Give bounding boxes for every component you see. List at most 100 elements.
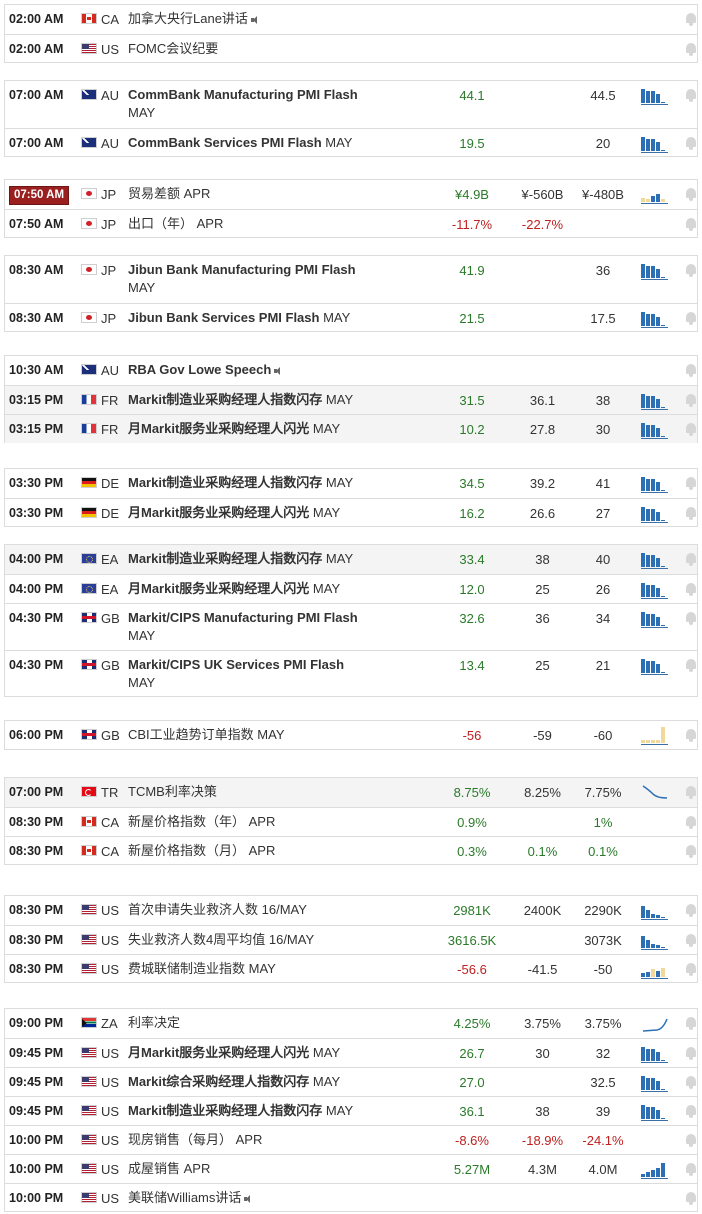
event-name[interactable]: CommBank Services PMI Flash MAY <box>128 134 418 152</box>
event-row[interactable]: 04:00 PM EA 月Markit服务业采购经理人闪光 MAY 12.0 25 26 <box>5 574 697 603</box>
event-name[interactable]: 成屋销售 APR <box>128 1160 418 1178</box>
alert-bell-icon[interactable] <box>685 963 697 976</box>
event-row[interactable]: 07:00 AM AU CommBank Manufacturing PMI Fla… <box>5 81 697 128</box>
event-name[interactable]: 现房销售（每月） APR <box>128 1131 418 1149</box>
alert-bell-icon[interactable] <box>685 218 697 231</box>
alert-bell-icon[interactable] <box>685 729 697 742</box>
alert-bell-icon[interactable] <box>685 423 697 436</box>
alert-bell-icon[interactable] <box>685 816 697 829</box>
history-chart-icon[interactable] <box>641 581 669 599</box>
event-name[interactable]: 月Markit服务业采购经理人闪光 MAY <box>128 504 418 522</box>
event-name[interactable]: Markit制造业采购经理人指数闪存 MAY <box>128 391 418 409</box>
alert-bell-icon[interactable] <box>685 1134 697 1147</box>
event-row[interactable]: 09:00 PM ZA 利率决定 4.25% 3.75% 3.75% <box>5 1009 697 1038</box>
event-name[interactable]: 新屋价格指数（月） APR <box>128 842 418 860</box>
alert-bell-icon[interactable] <box>685 43 697 56</box>
event-row[interactable]: 04:00 PM EA Markit制造业采购经理人指数闪存 MAY 33.4 38 40 <box>5 545 697 574</box>
event-row[interactable]: 09:45 PM US Markit制造业采购经理人指数闪存 MAY 36.1 38 39 <box>5 1096 697 1125</box>
alert-bell-icon[interactable] <box>685 477 697 490</box>
event-row[interactable]: 03:30 PM DE 月Markit服务业采购经理人闪光 MAY 16.2 26.6 2… <box>5 498 697 527</box>
alert-bell-icon[interactable] <box>685 394 697 407</box>
history-chart-icon[interactable] <box>641 392 669 410</box>
event-row[interactable]: 06:00 PM GB CBI工业趋势订单指数 MAY -56 -59 -60 <box>5 721 697 750</box>
event-row[interactable]: 09:45 PM US 月Markit服务业采购经理人闪光 MAY 26.7 30 32 <box>5 1038 697 1067</box>
alert-bell-icon[interactable] <box>685 904 697 917</box>
history-chart-icon[interactable] <box>641 902 669 920</box>
history-chart-icon[interactable] <box>641 727 669 745</box>
event-row[interactable]: 07:00 PM TR TCMB利率决策 8.75% 8.25% 7.75% <box>5 778 697 807</box>
event-row[interactable]: 08:30 PM CA 新屋价格指数（月） APR 0.3% 0.1% 0.1% <box>5 836 697 865</box>
alert-bell-icon[interactable] <box>685 1047 697 1060</box>
event-row[interactable]: 08:30 AM JP Jibun Bank Manufacturing PMI F… <box>5 256 697 303</box>
event-name[interactable]: 月Markit服务业采购经理人闪光 MAY <box>128 580 418 598</box>
alert-bell-icon[interactable] <box>685 312 697 325</box>
event-name[interactable]: 利率决定 <box>128 1014 418 1032</box>
history-chart-icon[interactable] <box>641 932 669 950</box>
event-row[interactable]: 07:50 AM JP 出口（年） APR -11.7% -22.7% <box>5 209 697 238</box>
event-name[interactable]: Markit/CIPS Manufacturing PMI Flash MAY <box>128 609 418 645</box>
event-row[interactable]: 02:00 AM US FOMC会议纪要 <box>5 34 697 63</box>
event-row[interactable]: 10:30 AM AU RBA Gov Lowe Speech <box>5 356 697 385</box>
alert-bell-icon[interactable] <box>685 13 697 26</box>
event-name[interactable]: FOMC会议纪要 <box>128 40 418 58</box>
event-row[interactable]: 08:30 AM JP Jibun Bank Services PMI Flash … <box>5 303 697 332</box>
event-row[interactable]: 03:15 PM FR 月Markit服务业采购经理人闪光 MAY 10.2 27.8 3… <box>5 414 697 443</box>
alert-bell-icon[interactable] <box>685 659 697 672</box>
history-chart-icon[interactable] <box>641 1074 669 1092</box>
alert-bell-icon[interactable] <box>685 188 697 201</box>
event-row[interactable]: 08:30 PM US 失业救济人数4周平均值 16/MAY 3616.5K 3073K <box>5 925 697 954</box>
event-row[interactable]: 08:30 PM US 费城联储制造业指数 MAY -56.6 -41.5 -50 <box>5 954 697 983</box>
event-row[interactable]: 04:30 PM GB Markit/CIPS UK Services PMI Fl… <box>5 650 697 697</box>
event-name[interactable]: 月Markit服务业采购经理人闪光 MAY <box>128 1044 418 1062</box>
event-row[interactable]: 03:30 PM DE Markit制造业采购经理人指数闪存 MAY 34.5 39.2… <box>5 469 697 498</box>
history-chart-icon[interactable] <box>641 135 669 153</box>
event-row[interactable]: 04:30 PM GB Markit/CIPS Manufacturing PMI … <box>5 603 697 650</box>
history-chart-icon[interactable] <box>641 1045 669 1063</box>
history-chart-icon[interactable] <box>641 505 669 523</box>
event-row[interactable]: 10:00 PM US 成屋销售 APR 5.27M 4.3M 4.0M <box>5 1154 697 1183</box>
history-chart-icon[interactable] <box>641 784 669 802</box>
event-row[interactable]: 09:45 PM US Markit综合采购经理人指数闪存 MAY 27.0 32.5 <box>5 1067 697 1096</box>
event-name[interactable]: 月Markit服务业采购经理人闪光 MAY <box>128 420 418 438</box>
history-chart-icon[interactable] <box>641 475 669 493</box>
history-chart-icon[interactable] <box>641 1161 669 1179</box>
alert-bell-icon[interactable] <box>685 612 697 625</box>
event-name[interactable]: 加拿大央行Lane讲话 <box>128 10 418 28</box>
alert-bell-icon[interactable] <box>685 934 697 947</box>
event-name[interactable]: Markit综合采购经理人指数闪存 MAY <box>128 1073 418 1091</box>
alert-bell-icon[interactable] <box>685 364 697 377</box>
alert-bell-icon[interactable] <box>685 1105 697 1118</box>
alert-bell-icon[interactable] <box>685 845 697 858</box>
event-name[interactable]: 出口（年） APR <box>128 215 418 233</box>
event-name[interactable]: 美联储Williams讲话 <box>128 1189 418 1207</box>
alert-bell-icon[interactable] <box>685 553 697 566</box>
alert-bell-icon[interactable] <box>685 583 697 596</box>
event-name[interactable]: Markit制造业采购经理人指数闪存 MAY <box>128 550 418 568</box>
history-chart-icon[interactable] <box>641 1015 669 1033</box>
event-name[interactable]: Markit制造业采购经理人指数闪存 MAY <box>128 474 418 492</box>
event-name[interactable]: Markit制造业采购经理人指数闪存 MAY <box>128 1102 418 1120</box>
event-row[interactable]: 08:30 PM US 首次申请失业救济人数 16/MAY 2981K 2400K 229… <box>5 896 697 925</box>
alert-bell-icon[interactable] <box>685 137 697 150</box>
alert-bell-icon[interactable] <box>685 1163 697 1176</box>
event-name[interactable]: 新屋价格指数（年） APR <box>128 813 418 831</box>
event-row[interactable]: 10:00 PM US 现房销售（每月） APR -8.6% -18.9% -24.1% <box>5 1125 697 1154</box>
event-name[interactable]: Markit/CIPS UK Services PMI Flash MAY <box>128 656 418 692</box>
event-row[interactable]: 07:00 AM AU CommBank Services PMI Flash MA… <box>5 128 697 157</box>
event-name[interactable]: 费城联储制造业指数 MAY <box>128 960 418 978</box>
event-name[interactable]: CBI工业趋势订单指数 MAY <box>128 726 418 744</box>
event-row[interactable]: 07:50 AM JP 贸易差额 APR ¥4.9B ¥-560B ¥-480B <box>5 180 697 209</box>
event-name[interactable]: RBA Gov Lowe Speech <box>128 361 418 379</box>
event-name[interactable]: 贸易差额 APR <box>128 185 418 203</box>
history-chart-icon[interactable] <box>641 657 669 675</box>
event-row[interactable]: 10:00 PM US 美联储Williams讲话 <box>5 1183 697 1212</box>
event-name[interactable]: Jibun Bank Manufacturing PMI Flash MAY <box>128 261 418 297</box>
event-name[interactable]: 首次申请失业救济人数 16/MAY <box>128 901 418 919</box>
history-chart-icon[interactable] <box>641 961 669 979</box>
event-row[interactable]: 02:00 AM CA 加拿大央行Lane讲话 <box>5 5 697 34</box>
history-chart-icon[interactable] <box>641 186 669 204</box>
alert-bell-icon[interactable] <box>685 507 697 520</box>
event-name[interactable]: TCMB利率决策 <box>128 783 418 801</box>
history-chart-icon[interactable] <box>641 1103 669 1121</box>
event-name[interactable]: Jibun Bank Services PMI Flash MAY <box>128 309 418 327</box>
